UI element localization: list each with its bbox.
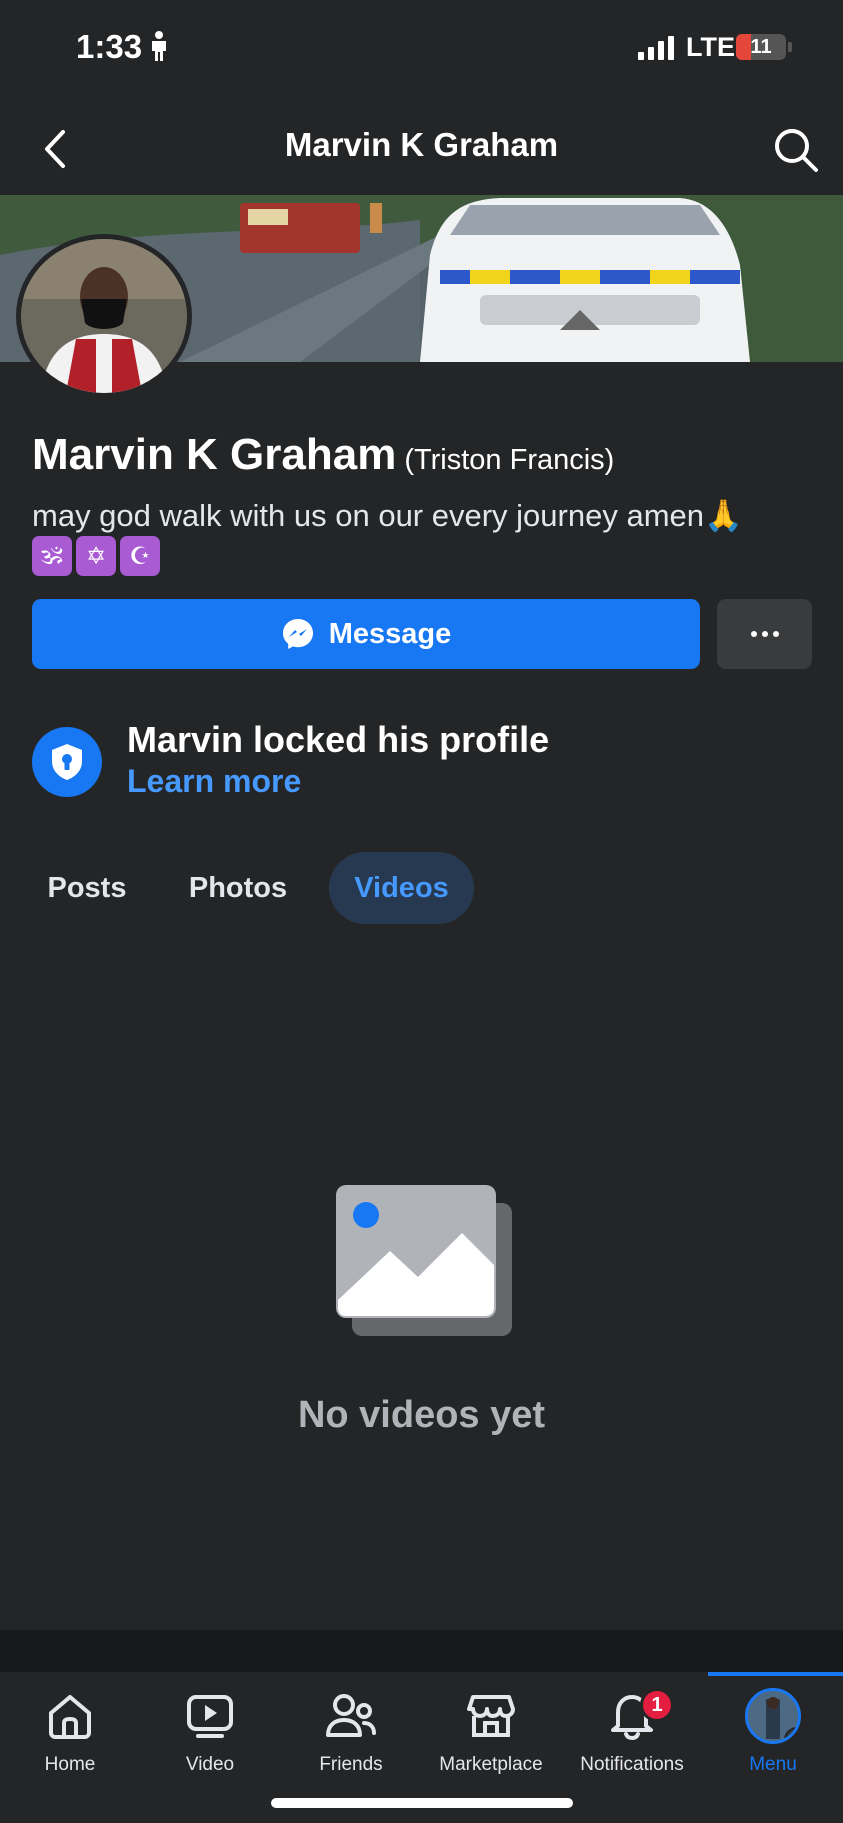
nav-video-label: Video <box>185 1754 235 1775</box>
learn-more-link[interactable]: Learn more <box>127 763 301 800</box>
menu-avatar-icon <box>745 1688 801 1744</box>
search-icon <box>775 129 818 172</box>
battery-level: 11 <box>750 36 772 58</box>
messenger-icon <box>282 619 313 649</box>
battery-tip <box>788 42 792 52</box>
tab-videos-label: Videos <box>354 871 449 904</box>
nav-marketplace-label: Marketplace <box>439 1754 543 1775</box>
signal-icon <box>638 36 674 60</box>
profile-alternate-name: (Triston Francis) <box>404 444 615 476</box>
om-emoji: 🕉 <box>32 536 72 576</box>
empty-state-text: No videos yet <box>297 1394 546 1436</box>
friends-icon <box>326 1694 376 1737</box>
search-button[interactable] <box>768 122 824 178</box>
nav-notifications[interactable]: 1 Notifications <box>562 1672 702 1782</box>
more-icon-dot <box>772 631 779 637</box>
video-icon <box>187 1695 233 1738</box>
profile-tabs: Posts Photos Videos <box>0 852 843 924</box>
page-title: Marvin K Graham <box>284 126 559 163</box>
bottom-separator <box>0 1630 843 1672</box>
star-of-david-emoji: ✡ <box>76 536 116 576</box>
star-and-crescent-emoji: ☪ <box>120 536 160 576</box>
shield-lock-icon <box>32 727 102 797</box>
profile-avatar[interactable] <box>16 234 192 398</box>
nav-home[interactable]: Home <box>0 1672 140 1782</box>
profile-bio: may god walk with us on our every journe… <box>32 498 743 533</box>
tab-photos[interactable]: Photos <box>172 852 304 924</box>
avatar-image <box>21 239 187 393</box>
home-indicator <box>271 1798 573 1808</box>
person-icon <box>152 31 166 61</box>
bio-emoji-row: 🕉 ✡ ☪ <box>32 536 160 576</box>
message-button[interactable]: Message <box>32 599 700 669</box>
message-label: Message <box>328 617 452 650</box>
tab-posts[interactable]: Posts <box>30 852 144 924</box>
top-bar: Marvin K Graham <box>0 110 843 190</box>
more-icon-dot <box>761 631 768 637</box>
profile-name-text: Marvin K Graham <box>32 430 397 479</box>
nav-home-label: Home <box>44 1754 96 1775</box>
nav-marketplace[interactable]: Marketplace <box>421 1672 561 1782</box>
tab-photos-label: Photos <box>188 871 288 904</box>
profile-name: Marvin K Graham (Triston Francis) <box>32 430 614 480</box>
nav-menu[interactable]: Menu <box>703 1672 843 1782</box>
tab-videos[interactable]: Videos <box>329 852 474 924</box>
locked-profile-title: Marvin locked his profile <box>127 719 550 760</box>
nav-notifications-label: Notifications <box>580 1754 684 1775</box>
marketplace-icon <box>467 1695 515 1737</box>
home-icon <box>49 1695 91 1739</box>
status-bar: 1:33 LTE 11 <box>0 0 843 100</box>
battery-icon: 11 <box>736 34 786 60</box>
nav-friends-label: Friends <box>319 1754 383 1775</box>
status-time: 1:33 <box>76 28 143 65</box>
nav-menu-label: Menu <box>749 1754 797 1775</box>
more-options-button[interactable] <box>717 599 812 669</box>
nav-friends[interactable]: Friends <box>281 1672 421 1782</box>
tab-posts-label: Posts <box>47 871 127 904</box>
image-placeholder-icon <box>336 1185 512 1336</box>
notification-badge: 1 <box>640 1688 674 1722</box>
network-type: LTE <box>686 32 735 62</box>
more-icon <box>750 631 757 637</box>
nav-video[interactable]: Video <box>140 1672 280 1782</box>
